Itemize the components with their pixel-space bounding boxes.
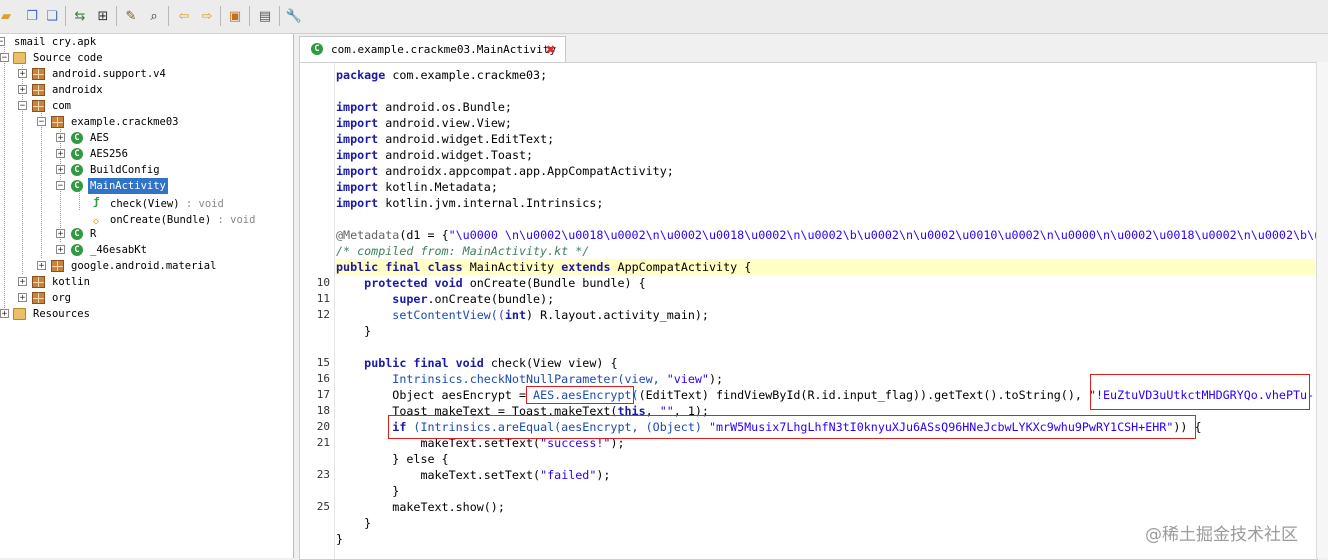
method-public-icon: ƒ [93, 195, 100, 208]
open-icon[interactable]: ▰ [0, 6, 16, 26]
code-line: import android.view.View; [336, 116, 512, 130]
code-line: Intrinsics.checkNotNullParameter(view, "… [392, 372, 724, 386]
code-line: } [364, 516, 372, 530]
code-line: } else { [392, 452, 449, 466]
class-icon: C [311, 43, 323, 55]
package-icon [51, 260, 64, 272]
project-tree: − smail cry.apk − Source code + android.… [0, 34, 294, 558]
package-icon [51, 116, 64, 128]
line-number-gutter: 10 11 12 15 16 17 18 20 21 23 25 [300, 63, 335, 559]
vertical-scrollbar[interactable] [1316, 62, 1328, 558]
code-text: package com.example.crackme03; import an… [336, 63, 1318, 559]
class-icon: C [71, 148, 83, 160]
forward-icon[interactable]: ⇨ [197, 6, 217, 26]
code-line: } [392, 484, 400, 498]
method-protected-icon: ◇ [93, 216, 100, 227]
code-line: public final class MainActivity extends … [336, 260, 752, 274]
package-icon [32, 292, 45, 304]
folder-icon [13, 308, 26, 320]
code-line: @Metadata(d1 = {"\u0000 \n\u0002\u0018\u… [336, 228, 1318, 242]
code-line: import kotlin.Metadata; [336, 180, 498, 194]
class-icon: C [71, 164, 83, 176]
code-line: makeText.setText("failed"); [420, 468, 611, 482]
log-icon[interactable]: ▤ [255, 6, 275, 26]
tab-mainactivity[interactable]: C com.example.crackme03.MainActivity ✖ [299, 36, 566, 62]
code-line: package com.example.crackme03; [336, 68, 548, 82]
code-line: import kotlin.jvm.internal.Intrinsics; [336, 196, 604, 210]
code-line: import android.widget.EditText; [336, 132, 555, 146]
code-line: import androidx.appcompat.app.AppCompatA… [336, 164, 674, 178]
code-line: /* compiled from: MainActivity.kt */ [336, 244, 590, 258]
class-icon: C [71, 180, 83, 192]
code-line: } [336, 532, 344, 546]
duplicate-icon[interactable]: ❏ [42, 6, 62, 26]
code-line: makeText.show(); [392, 500, 505, 514]
class-icon: C [71, 228, 83, 240]
class-icon: C [71, 132, 83, 144]
code-line: import android.widget.Toast; [336, 148, 534, 162]
editor-tabbar: C com.example.crackme03.MainActivity ✖ [295, 34, 1328, 62]
code-line: protected void onCreate(Bundle bundle) { [364, 276, 646, 290]
package-icon [32, 84, 45, 96]
code-line: super.onCreate(bundle); [392, 292, 555, 306]
code-line: setContentView((int) R.layout.activity_m… [392, 308, 709, 322]
package-icon [32, 100, 45, 112]
code-line: import android.os.Bundle; [336, 100, 512, 114]
watermark: @稀土掘金技术社区 [1145, 525, 1298, 545]
close-icon[interactable]: ✖ [546, 37, 556, 62]
highlight-box-aes-call [526, 386, 634, 404]
back-icon[interactable]: ⇦ [174, 6, 194, 26]
package-icon [32, 276, 45, 288]
package-icon [32, 68, 45, 80]
highlight-box-key [1090, 374, 1310, 410]
sync-icon[interactable]: ⇆ [70, 6, 90, 26]
folder-icon [13, 52, 26, 64]
highlight-box-ciphertext [388, 415, 1196, 439]
decompile-icon[interactable]: ▣ [225, 6, 245, 26]
class-icon: C [71, 244, 83, 256]
wand-icon[interactable]: ✎ [121, 6, 141, 26]
code-editor[interactable]: 10 11 12 15 16 17 18 20 21 23 25 package… [299, 62, 1318, 560]
settings-icon[interactable]: 🔧 [284, 6, 304, 26]
toolbar: ▰ ❐ ❏ ⇆ ⊞ ✎ ⌕ ⇦ ⇨ ▣ ▤ 🔧 [0, 0, 1328, 34]
search-icon[interactable]: ⌕ [144, 6, 164, 26]
code-line: public final void check(View view) { [364, 356, 618, 370]
grid-icon[interactable]: ⊞ [93, 6, 113, 26]
copy-icon[interactable]: ❐ [22, 6, 42, 26]
code-line: } [364, 324, 372, 338]
